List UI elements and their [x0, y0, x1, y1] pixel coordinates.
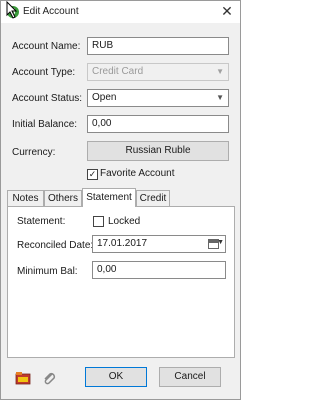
chevron-down-icon: ▼	[216, 93, 224, 102]
edit-account-dialog: $ Edit Account ✕ Account Name: RUB Accou…	[0, 0, 241, 400]
account-name-field[interactable]: RUB	[87, 37, 229, 55]
reconciled-date-field[interactable]: 17.01.2017 ▼	[92, 235, 226, 253]
account-status-value: Open	[92, 92, 117, 103]
account-status-select[interactable]: Open ▼	[87, 89, 229, 107]
locked-label: Locked	[108, 216, 141, 227]
minimum-balance-value: 0,00	[97, 264, 117, 275]
tab-credit[interactable]: Credit	[136, 190, 170, 206]
reconciled-date-label: Reconciled Date:	[17, 240, 94, 251]
account-name-value: RUB	[92, 40, 114, 51]
account-type-value: Credit Card	[92, 66, 144, 77]
folder-icon[interactable]	[15, 371, 31, 385]
ok-button[interactable]: OK	[85, 367, 147, 387]
cancel-button[interactable]: Cancel	[159, 367, 221, 387]
tab-notes[interactable]: Notes	[7, 190, 44, 206]
chevron-down-icon: ▼	[217, 239, 224, 246]
account-type-select: Credit Card ▼	[87, 63, 229, 81]
locked-checkbox[interactable]	[93, 216, 104, 227]
account-name-label: Account Name:	[12, 41, 81, 52]
statement-panel: Statement: Locked Reconciled Date: 17.01…	[7, 206, 235, 358]
initial-balance-field[interactable]: 0,00	[87, 115, 229, 133]
attachment-icon[interactable]	[41, 371, 57, 385]
reconciled-date-value: 17.01.2017	[97, 238, 148, 249]
tab-others[interactable]: Others	[44, 190, 82, 206]
minimum-balance-label: Minimum Bal:	[17, 266, 78, 277]
account-type-label: Account Type:	[12, 67, 76, 78]
window-title: Edit Account	[23, 6, 79, 17]
mouse-cursor-icon	[6, 1, 18, 19]
statement-label: Statement:	[17, 216, 66, 227]
favorite-label: Favorite Account	[100, 168, 175, 179]
close-button[interactable]: ✕	[218, 3, 236, 19]
title-bar: $ Edit Account ✕	[1, 1, 240, 23]
favorite-checkbox[interactable]: ✓	[87, 169, 98, 180]
chevron-down-icon: ▼	[216, 67, 224, 76]
tab-statement[interactable]: Statement	[82, 188, 136, 207]
initial-balance-label: Initial Balance:	[12, 119, 78, 130]
currency-label: Currency:	[12, 147, 56, 158]
currency-button[interactable]: Russian Ruble	[87, 141, 229, 161]
minimum-balance-field[interactable]: 0,00	[92, 261, 226, 279]
account-status-label: Account Status:	[12, 93, 83, 104]
initial-balance-value: 0,00	[92, 118, 112, 129]
